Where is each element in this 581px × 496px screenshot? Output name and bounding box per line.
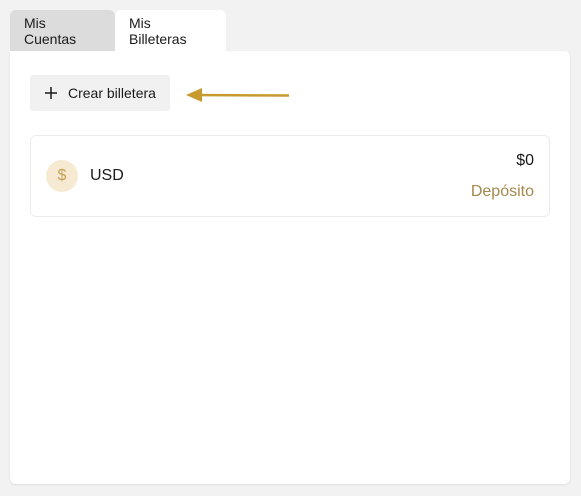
tab-mis-billeteras[interactable]: Mis Billeteras [115, 10, 226, 51]
wallets-panel: Crear billetera $ USD $0 Depósito [10, 51, 570, 484]
create-wallet-label: Crear billetera [68, 85, 156, 101]
tab-bar: Mis Cuentas Mis Billeteras [10, 10, 226, 51]
dollar-symbol: $ [57, 167, 67, 184]
wallet-currency: USD [90, 167, 124, 184]
wallet-card-usd: $ USD $0 Depósito [30, 135, 550, 217]
wallet-balance: $0 [516, 152, 534, 169]
deposit-link[interactable]: Depósito [471, 183, 534, 201]
arrow-left-icon [186, 88, 290, 102]
tab-mis-cuentas-label: Mis Cuentas [24, 14, 77, 47]
create-wallet-button[interactable]: Crear billetera [30, 75, 170, 111]
tab-mis-billeteras-label: Mis Billeteras [129, 14, 187, 47]
dollar-icon: $ [46, 160, 78, 192]
tab-mis-cuentas[interactable]: Mis Cuentas [10, 10, 115, 51]
plus-icon [45, 87, 57, 99]
